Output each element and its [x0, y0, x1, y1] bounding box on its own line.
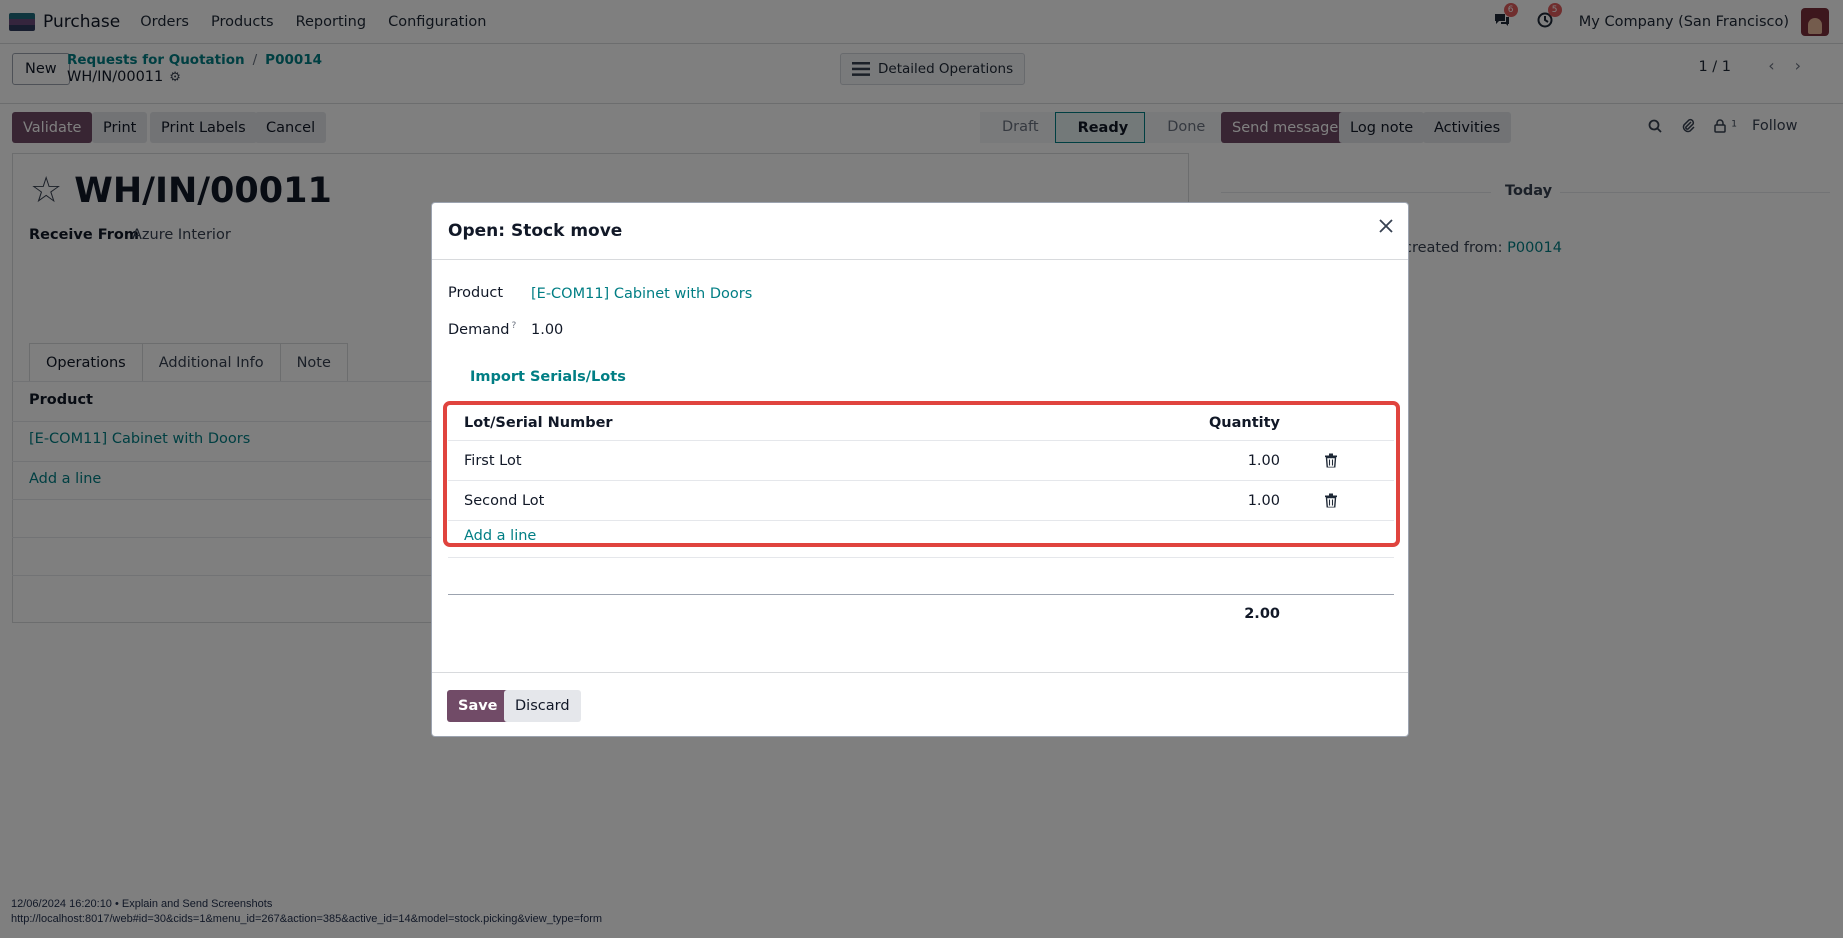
- footer-url: http://localhost:8017/web#id=30&cids=1&m…: [11, 913, 603, 925]
- demand-value: 1.00: [531, 322, 564, 338]
- import-serials-lots-button[interactable]: Import Serials/Lots: [470, 369, 626, 385]
- modal-footer: Save Discard: [432, 672, 1408, 738]
- quantity-total-row: 2.00: [448, 595, 1394, 633]
- help-tooltip-icon[interactable]: ?: [512, 321, 517, 331]
- quantity-total: 2.00: [1244, 606, 1280, 622]
- demand-label-text: Demand: [448, 321, 510, 338]
- demand-label: Demand?: [448, 321, 516, 338]
- modal-title: Open: Stock move: [448, 221, 623, 241]
- product-label: Product: [448, 285, 504, 301]
- stock-move-dialog: Open: Stock move Product [E-COM11] Cabin…: [431, 202, 1409, 737]
- highlight-box: [443, 401, 1400, 547]
- close-icon[interactable]: [1378, 217, 1394, 239]
- empty-row: [448, 557, 1394, 595]
- product-value[interactable]: [E-COM11] Cabinet with Doors: [531, 286, 752, 302]
- modal-header: Open: Stock move: [432, 203, 1408, 260]
- discard-button[interactable]: Discard: [504, 690, 581, 722]
- save-button[interactable]: Save: [447, 690, 509, 722]
- footer-timestamp: 12/06/2024 16:20:10 • Explain and Send S…: [11, 898, 273, 910]
